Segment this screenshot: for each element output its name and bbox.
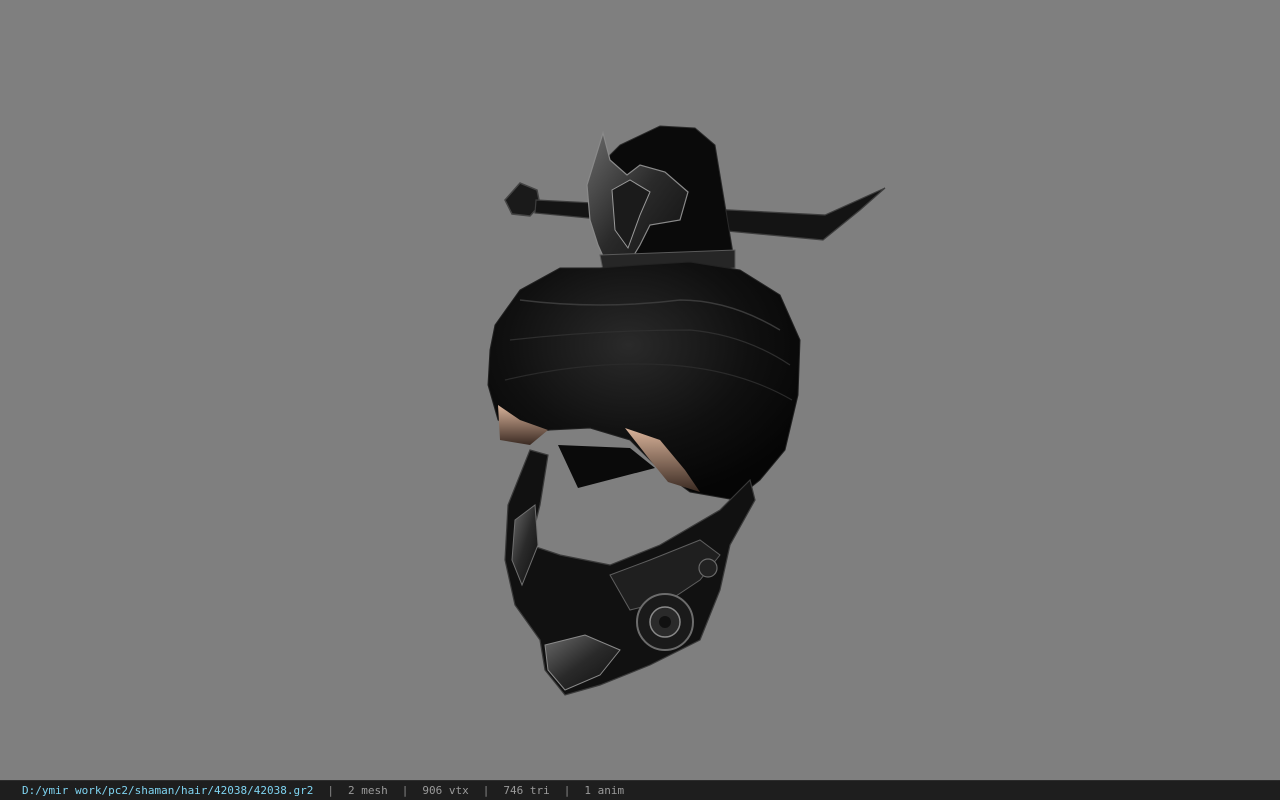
mesh-count: 2 mesh [348, 784, 388, 797]
separator: | [327, 784, 335, 797]
model-render [487, 125, 886, 696]
status-bar: D:/ymir work/pc2/shaman/hair/42038/42038… [0, 780, 1280, 800]
triangle-count: 746 tri [503, 784, 550, 797]
separator: | [482, 784, 490, 797]
3d-viewport[interactable] [0, 0, 1280, 780]
file-path: D:/ymir work/pc2/shaman/hair/42038/42038… [22, 784, 314, 797]
separator: | [401, 784, 409, 797]
separator: | [563, 784, 571, 797]
face-opening [558, 445, 655, 488]
animation-count: 1 anim [584, 784, 625, 797]
vertex-count: 906 vtx [422, 784, 469, 797]
bun-ornament [586, 125, 736, 281]
